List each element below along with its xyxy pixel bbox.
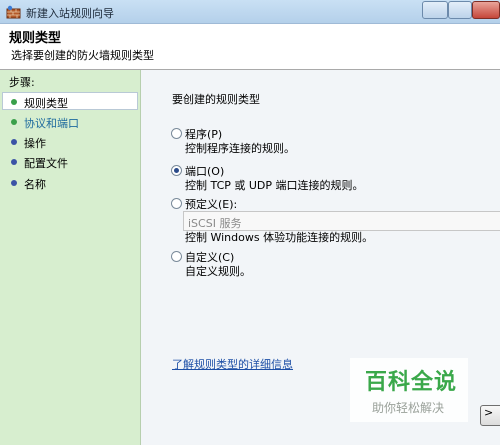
program-option-desc: 控制程序连接的规则。 [185, 142, 295, 155]
firewall-wizard-icon [6, 5, 21, 19]
watermark-subtitle: 助你轻松解决 [372, 401, 445, 415]
step-profile[interactable]: 配置文件 [0, 153, 141, 171]
predefined-option-label[interactable]: 预定义(E): [185, 196, 237, 212]
wizard-header: 规则类型 选择要创建的防火墙规则类型 [0, 24, 500, 70]
predefined-option-desc: 控制 Windows 体验功能连接的规则。 [185, 231, 374, 244]
step-label: 名称 [24, 178, 46, 191]
maximize-button[interactable] [448, 1, 472, 19]
step-name[interactable]: 名称 [0, 174, 141, 192]
step-rule-type[interactable]: 规则类型 [2, 92, 138, 110]
step-label: 操作 [24, 137, 46, 150]
custom-option-desc: 自定义规则。 [185, 265, 251, 278]
program-radio[interactable] [171, 128, 182, 139]
page-subtitle: 选择要创建的防火墙规则类型 [11, 49, 154, 62]
learn-more-link[interactable]: 了解规则类型的详细信息 [172, 356, 293, 372]
steps-sidebar: 步骤: 规则类型 协议和端口 操作 配置文件 名称 [0, 70, 141, 445]
window-title: 新建入站规则向导 [26, 7, 114, 20]
step-bullet-icon [11, 99, 17, 105]
rule-type-prompt: 要创建的规则类型 [172, 93, 260, 106]
step-protocol-and-ports[interactable]: 协议和端口 [0, 113, 141, 131]
minimize-button[interactable] [422, 1, 448, 19]
step-label: 规则类型 [24, 97, 68, 110]
close-button[interactable] [472, 1, 500, 19]
step-bullet-icon [11, 180, 17, 186]
step-action[interactable]: 操作 [0, 133, 141, 151]
step-bullet-icon [11, 139, 17, 145]
step-label: 配置文件 [24, 157, 68, 170]
custom-radio[interactable] [171, 251, 182, 262]
predefined-radio[interactable] [171, 198, 182, 209]
next-button[interactable]: > [480, 405, 500, 426]
title-bar[interactable]: 新建入站规则向导 [0, 0, 500, 24]
predefined-select[interactable]: iSCSI 服务 [183, 211, 500, 231]
port-option-desc: 控制 TCP 或 UDP 端口连接的规则。 [185, 179, 364, 192]
steps-label: 步骤: [9, 76, 35, 89]
watermark-title: 百科全说 [365, 370, 458, 395]
step-bullet-icon [11, 119, 17, 125]
step-label: 协议和端口 [24, 117, 79, 130]
port-radio[interactable] [171, 165, 182, 176]
page-title: 规则类型 [9, 31, 62, 46]
step-bullet-icon [11, 159, 17, 165]
watermark: 百科全说 助你轻松解决 [350, 358, 468, 422]
